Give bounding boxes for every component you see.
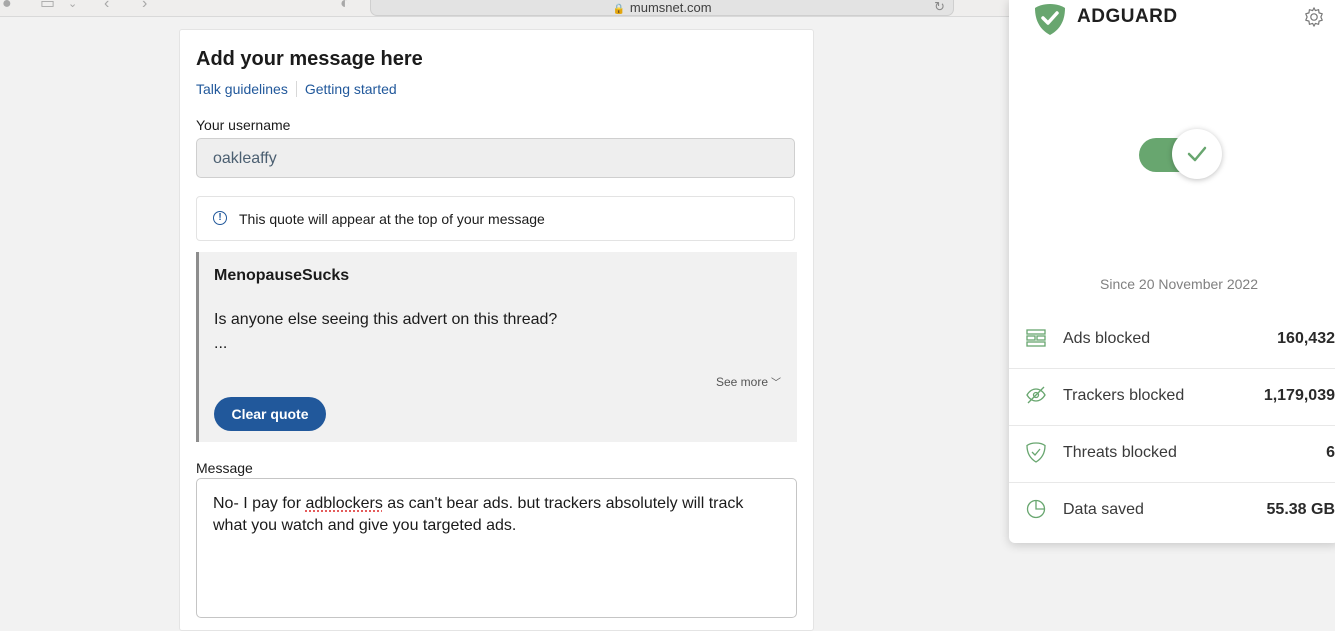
misspelled-word: adblockers bbox=[305, 495, 383, 512]
talk-guidelines-link[interactable]: Talk guidelines bbox=[196, 81, 288, 97]
chevron-down-icon[interactable]: ⌄ bbox=[68, 0, 77, 12]
stat-row-data-saved: Data saved 55.38 GB bbox=[1009, 482, 1335, 539]
quoted-message: MenopauseSucks Is anyone else seeing thi… bbox=[196, 252, 797, 442]
clear-quote-button[interactable]: Clear quote bbox=[214, 397, 326, 431]
privacy-shield-icon[interactable]: ◐ bbox=[340, 0, 350, 12]
stat-row-ads: Ads blocked 160,432 bbox=[1009, 311, 1335, 369]
quote-text: Is anyone else seeing this advert on thi… bbox=[214, 311, 558, 328]
see-more-label: See more bbox=[715, 375, 768, 389]
link-divider bbox=[295, 81, 297, 97]
stat-value: 55.38 GB bbox=[1266, 501, 1335, 518]
info-icon: ! bbox=[213, 211, 227, 225]
stat-label: Data saved bbox=[1063, 501, 1144, 518]
stat-value: 1,179,039 bbox=[1263, 387, 1335, 404]
quote-notice-text: This quote will appear at the top of you… bbox=[239, 211, 545, 227]
adguard-logo-icon bbox=[1035, 4, 1065, 35]
protection-toggle-knob[interactable] bbox=[1172, 129, 1222, 179]
help-links: Talk guidelines Getting started bbox=[196, 81, 397, 97]
username-label: Your username bbox=[196, 117, 291, 133]
stat-label: Threats blocked bbox=[1063, 444, 1177, 461]
adguard-popup: ADGUARD Since 20 November 2022 Ads block… bbox=[1009, 0, 1335, 543]
stat-value: 160,432 bbox=[1277, 330, 1335, 347]
pie-chart-icon bbox=[1026, 499, 1046, 519]
sidebar-toggle-icon[interactable]: ▭ bbox=[40, 0, 55, 12]
quote-notice: ! This quote will appear at the top of y… bbox=[196, 196, 795, 241]
stat-label: Ads blocked bbox=[1063, 330, 1151, 347]
stat-row-trackers: Trackers blocked 1,179,039 bbox=[1009, 368, 1335, 426]
page-title: Add your message here bbox=[196, 48, 423, 70]
message-label: Message bbox=[196, 460, 253, 476]
username-field: oakleaffy bbox=[196, 138, 795, 178]
forward-icon[interactable]: › bbox=[142, 0, 147, 12]
reload-icon[interactable]: ↻ bbox=[934, 0, 945, 27]
address-bar[interactable]: 🔒 mumsnet.com ↻ bbox=[370, 0, 954, 16]
stat-label: Trackers blocked bbox=[1063, 387, 1185, 404]
threat-shield-icon bbox=[1026, 442, 1046, 463]
message-text-start: No- I pay for bbox=[213, 495, 306, 512]
getting-started-link[interactable]: Getting started bbox=[305, 81, 397, 97]
stat-row-threats: Threats blocked 6 bbox=[1009, 425, 1335, 483]
see-more-link[interactable]: See more ﹀ bbox=[716, 374, 781, 389]
since-date: Since 20 November 2022 bbox=[1100, 276, 1258, 292]
stat-value: 6 bbox=[1326, 444, 1335, 461]
quote-ellipsis: ... bbox=[214, 335, 228, 352]
adguard-name: ADGUARD bbox=[1077, 6, 1178, 27]
chevron-down-icon: ﹀ bbox=[771, 378, 781, 389]
lock-icon: 🔒 bbox=[612, 4, 625, 15]
url-text: mumsnet.com bbox=[629, 0, 712, 15]
check-icon bbox=[1187, 146, 1207, 162]
quote-author: MenopauseSucks bbox=[214, 267, 350, 284]
message-textarea[interactable]: No- I pay for adblockers as can't bear a… bbox=[196, 478, 797, 618]
gear-icon[interactable] bbox=[1303, 6, 1325, 28]
window-dot-icon: ● bbox=[2, 0, 12, 12]
post-form-card: Add your message here Talk guidelines Get… bbox=[179, 29, 814, 631]
ads-icon bbox=[1026, 329, 1046, 347]
tracker-icon bbox=[1026, 386, 1046, 404]
back-icon[interactable]: ‹ bbox=[104, 0, 109, 12]
